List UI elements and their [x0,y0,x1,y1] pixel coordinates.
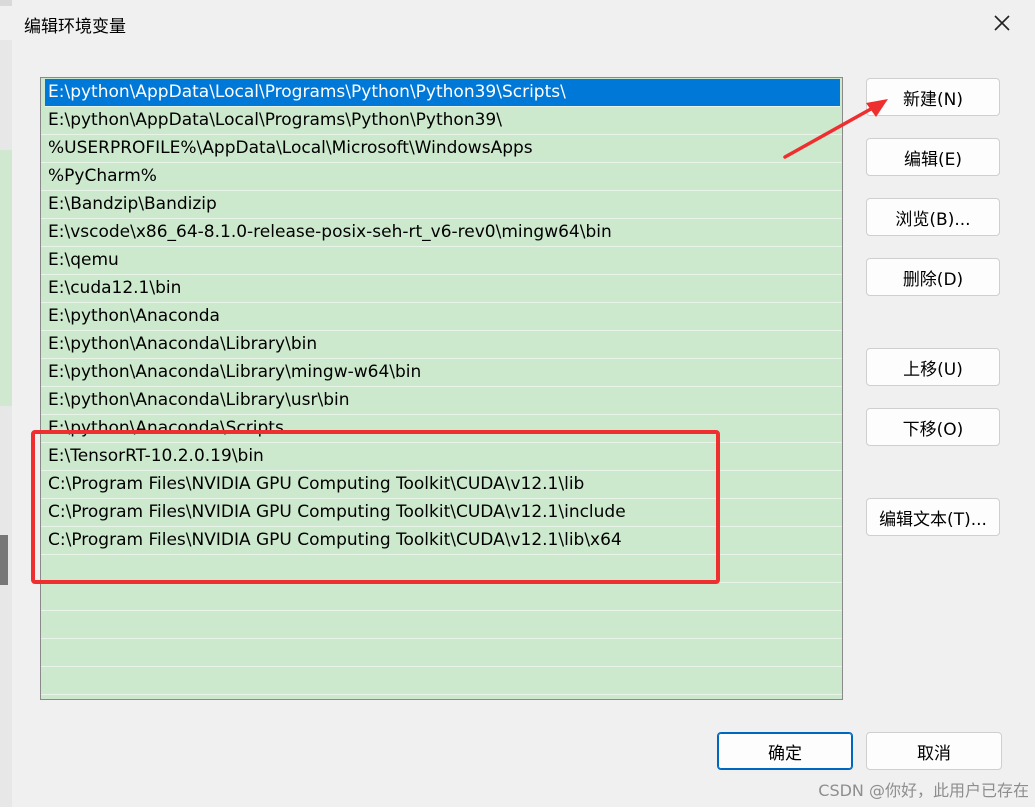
close-icon [994,15,1010,31]
move-down-button[interactable]: 下移(O) [866,408,1000,446]
path-text: E:\Bandzip\Bandizip [48,194,217,214]
path-list-item[interactable]: E:\qemu [41,247,842,275]
path-list-item[interactable]: C:\Program Files\NVIDIA GPU Computing To… [41,499,842,527]
path-list-empty-row[interactable] [41,611,842,639]
path-list-item[interactable]: E:\python\AppData\Local\Programs\Python\… [45,79,840,107]
path-list-item[interactable]: E:\TensorRT-10.2.0.19\bin [41,443,842,471]
path-text: %PyCharm% [48,166,157,186]
path-list-empty-row[interactable] [41,695,842,699]
ok-button[interactable]: 确定 [717,732,853,770]
path-list-item[interactable]: E:\python\AppData\Local\Programs\Python\… [41,107,842,135]
path-list-item[interactable]: E:\Bandzip\Bandizip [41,191,842,219]
path-text: C:\Program Files\NVIDIA GPU Computing To… [48,502,626,522]
path-text: E:\qemu [48,250,119,270]
path-text: E:\python\AppData\Local\Programs\Python\… [48,110,502,130]
path-list-item[interactable]: E:\python\Anaconda\Library\bin [41,331,842,359]
path-text: E:\TensorRT-10.2.0.19\bin [48,446,264,466]
path-list-item[interactable]: E:\python\Anaconda\Library\usr\bin [41,387,842,415]
path-list-item[interactable]: %PyCharm% [41,163,842,191]
path-text: E:\python\Anaconda\Library\usr\bin [48,390,350,410]
path-text: C:\Program Files\NVIDIA GPU Computing To… [48,530,622,550]
path-text: E:\python\Anaconda [48,306,220,326]
dialog-title: 编辑环境变量 [24,17,126,37]
path-list-empty-row[interactable] [41,583,842,611]
path-text: E:\vscode\x86_64-8.1.0-release-posix-seh… [48,222,612,242]
edit-text-button[interactable]: 编辑文本(T)... [866,498,1000,536]
path-list-empty-row[interactable] [41,639,842,667]
path-list-item[interactable]: C:\Program Files\NVIDIA GPU Computing To… [41,527,842,555]
move-up-button[interactable]: 上移(U) [866,348,1000,386]
close-button[interactable] [988,8,1016,38]
path-list-item[interactable]: C:\Program Files\NVIDIA GPU Computing To… [41,471,842,499]
title-bar: 编辑环境变量 [12,0,1035,46]
path-list-item[interactable]: E:\cuda12.1\bin [41,275,842,303]
path-text: E:\python\Anaconda\Scripts [48,418,284,438]
path-list[interactable]: E:\python\AppData\Local\Programs\Python\… [40,77,843,700]
path-list-item[interactable]: E:\python\Anaconda [41,303,842,331]
path-text: C:\Program Files\NVIDIA GPU Computing To… [48,474,585,494]
path-list-item[interactable]: E:\python\Anaconda\Scripts [41,415,842,443]
path-text: E:\cuda12.1\bin [48,278,182,298]
path-text: E:\python\Anaconda\Library\mingw-w64\bin [48,362,422,382]
browse-button[interactable]: 浏览(B)... [866,198,1000,236]
path-text: E:\python\AppData\Local\Programs\Python\… [48,82,566,102]
edit-button[interactable]: 编辑(E) [866,138,1000,176]
path-text: E:\python\Anaconda\Library\bin [48,334,318,354]
path-list-empty-row[interactable] [41,555,842,583]
path-list-item[interactable]: E:\python\Anaconda\Library\mingw-w64\bin [41,359,842,387]
edit-env-variable-dialog: 编辑环境变量 E:\python\AppData\Local\Programs\… [0,0,1035,807]
watermark: CSDN @你好，此用户已存在 [818,781,1029,800]
path-list-item[interactable]: %USERPROFILE%\AppData\Local\Microsoft\Wi… [41,135,842,163]
delete-button[interactable]: 删除(D) [866,258,1000,296]
path-list-item[interactable]: E:\vscode\x86_64-8.1.0-release-posix-seh… [41,219,842,247]
path-text: %USERPROFILE%\AppData\Local\Microsoft\Wi… [48,138,533,158]
path-list-empty-row[interactable] [41,667,842,695]
background-window-edge [0,40,12,807]
cancel-button[interactable]: 取消 [866,732,1002,770]
new-button[interactable]: 新建(N) [866,78,1000,116]
